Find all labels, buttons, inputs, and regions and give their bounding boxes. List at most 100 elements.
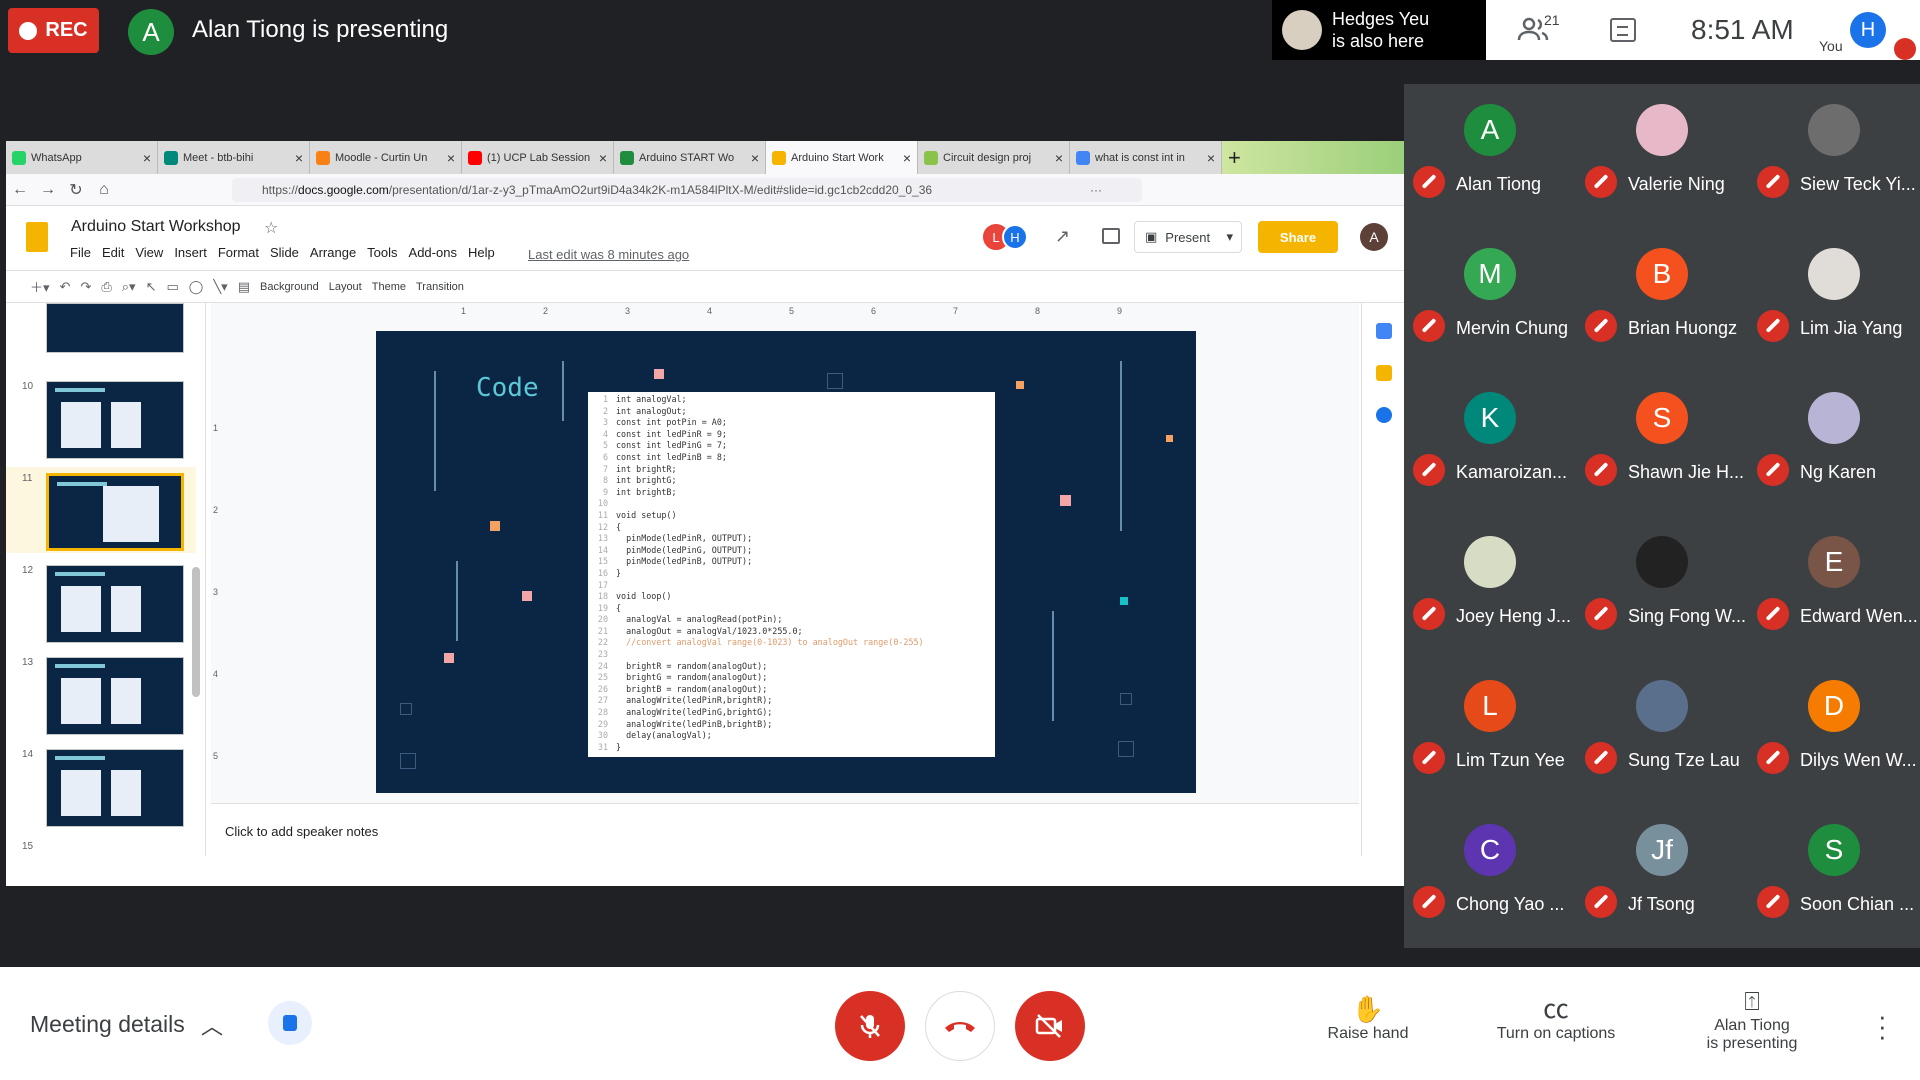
browser-tab[interactable]: WhatsApp × — [6, 141, 158, 174]
background-button[interactable]: Background — [260, 281, 319, 293]
shape-icon[interactable]: ◯ — [189, 279, 204, 295]
participant-tile[interactable]: M Mervin Chung — [1404, 228, 1576, 372]
menu-item[interactable]: Add-ons — [409, 245, 457, 260]
line-icon[interactable]: ╲▾ — [213, 279, 227, 295]
new-tab-icon[interactable]: + — [1228, 145, 1241, 171]
redo-icon[interactable]: ↷ — [80, 279, 91, 295]
mic-toggle-button[interactable] — [835, 991, 905, 1061]
more-options-icon[interactable]: · · · — [1878, 1003, 1887, 1049]
print-icon[interactable]: ⎙ — [101, 279, 111, 295]
menu-item[interactable]: Help — [468, 245, 495, 260]
camera-toggle-button[interactable] — [1015, 991, 1085, 1061]
undo-icon[interactable]: ↶ — [60, 279, 71, 295]
participant-tile[interactable]: Sung Tze Lau — [1576, 660, 1748, 804]
address-field[interactable]: https://docs.google.com/presentation/d/1… — [232, 178, 1142, 202]
code-block[interactable]: 1 int analogVal; 2 int analogOut; 3 const int… — [588, 392, 995, 757]
speaker-notes[interactable]: Click to add speaker notes — [211, 803, 1359, 856]
slide-title[interactable]: Code — [476, 373, 539, 403]
reload-icon[interactable]: ↻ — [62, 180, 90, 200]
participant-tile[interactable]: A Alan Tiong — [1404, 84, 1576, 228]
menu-item[interactable]: File — [70, 245, 91, 260]
account-avatar[interactable]: A — [1360, 223, 1388, 251]
presenting-button[interactable]: ⍐ Alan Tiong is presenting — [1694, 985, 1810, 1053]
close-tab-icon[interactable]: × — [599, 150, 607, 166]
home-icon[interactable]: ⌂ — [90, 181, 118, 199]
last-edit-link[interactable]: Last edit was 8 minutes ago — [528, 247, 689, 262]
captions-button[interactable]: ㏄ Turn on captions — [1486, 993, 1626, 1043]
browser-tab[interactable]: Arduino START Wo × — [614, 141, 766, 174]
chevron-up-icon[interactable]: ︿ — [201, 1009, 223, 1041]
back-icon[interactable]: ← — [6, 181, 34, 199]
browser-tab[interactable]: Arduino Start Work × — [766, 141, 918, 174]
browser-tab[interactable]: (1) UCP Lab Session × — [462, 141, 614, 174]
menu-item[interactable]: Slide — [270, 245, 299, 260]
comment-add-icon[interactable]: ▤ — [238, 279, 250, 295]
menu-item[interactable]: Edit — [102, 245, 124, 260]
participant-tile[interactable]: B Brian Huongz — [1576, 228, 1748, 372]
participant-tile[interactable]: K Kamaroizan... — [1404, 372, 1576, 516]
star-icon[interactable]: ☆ — [264, 218, 278, 238]
close-tab-icon[interactable]: × — [295, 150, 303, 166]
slides-logo-icon[interactable] — [26, 222, 48, 252]
browser-tab[interactable]: Meet - btb-bihi × — [158, 141, 310, 174]
leave-call-button[interactable] — [925, 991, 995, 1061]
collaborator-avatar[interactable]: H — [1002, 224, 1028, 250]
participant-tile[interactable]: S Soon Chian ... — [1748, 804, 1920, 948]
also-here-notice[interactable]: Hedges Yeu is also here — [1272, 0, 1486, 60]
present-button[interactable]: ▣ Present ▾ — [1134, 221, 1242, 253]
filmstrip-scrollbar[interactable] — [192, 317, 200, 837]
close-tab-icon[interactable]: × — [1207, 150, 1215, 166]
raise-hand-button[interactable]: ✋ Raise hand — [1320, 993, 1416, 1043]
close-tab-icon[interactable]: × — [447, 150, 455, 166]
current-slide[interactable]: Code 1 int analogVal; 2 int analogOut; 3 cons… — [376, 331, 1196, 793]
slide-thumbnail[interactable] — [46, 565, 184, 643]
slide-thumbnail[interactable] — [46, 749, 184, 827]
chat-icon[interactable] — [1610, 18, 1636, 42]
menu-item[interactable]: Insert — [174, 245, 207, 260]
theme-button[interactable]: Theme — [372, 281, 406, 293]
participant-tile[interactable]: E Edward Wen... — [1748, 516, 1920, 660]
participant-tile[interactable]: Valerie Ning — [1576, 84, 1748, 228]
menu-item[interactable]: View — [135, 245, 163, 260]
slide-thumbnail[interactable] — [46, 657, 184, 735]
select-icon[interactable]: ↖ — [146, 279, 157, 295]
browser-tab[interactable]: what is const int in × — [1070, 141, 1222, 174]
slide-thumbnail[interactable] — [46, 381, 184, 459]
menu-item[interactable]: Tools — [367, 245, 397, 260]
page-actions-icon[interactable]: ··· — [1090, 183, 1102, 197]
close-tab-icon[interactable]: × — [751, 150, 759, 166]
close-tab-icon[interactable]: × — [1055, 150, 1063, 166]
host-controls-icon[interactable] — [268, 1001, 312, 1045]
calendar-icon[interactable] — [1376, 323, 1392, 339]
slide-thumbnail[interactable] — [46, 473, 184, 551]
layout-button[interactable]: Layout — [329, 281, 362, 293]
self-avatar[interactable]: H — [1850, 12, 1886, 48]
menu-item[interactable]: Format — [218, 245, 259, 260]
browser-tab[interactable]: Circuit design proj × — [918, 141, 1070, 174]
textbox-icon[interactable]: ▭ — [166, 279, 178, 295]
zoom-icon[interactable]: ⌕▾ — [122, 279, 136, 295]
meeting-details-button[interactable]: Meeting details — [30, 1011, 185, 1038]
participant-tile[interactable]: Ng Karen — [1748, 372, 1920, 516]
participant-tile[interactable]: Lim Jia Yang — [1748, 228, 1920, 372]
close-tab-icon[interactable]: × — [143, 150, 151, 166]
transition-button[interactable]: Transition — [416, 281, 464, 293]
participant-tile[interactable]: S Shawn Jie H... — [1576, 372, 1748, 516]
chevron-down-icon[interactable]: ▾ — [1226, 229, 1233, 245]
participant-tile[interactable]: C Chong Yao ... — [1404, 804, 1576, 948]
browser-tab[interactable]: Moodle - Curtin Un × — [310, 141, 462, 174]
new-slide-icon[interactable]: ＋▾ — [30, 277, 50, 296]
participant-tile[interactable]: Joey Heng J... — [1404, 516, 1576, 660]
participant-tile[interactable]: Jf Jf Tsong — [1576, 804, 1748, 948]
share-button[interactable]: Share — [1258, 221, 1338, 253]
participant-tile[interactable]: L Lim Tzun Yee — [1404, 660, 1576, 804]
forward-icon[interactable]: → — [34, 181, 62, 199]
comments-icon[interactable] — [1102, 228, 1120, 244]
participant-tile[interactable]: D Dilys Wen W... — [1748, 660, 1920, 804]
participant-tile[interactable]: Sing Fong W... — [1576, 516, 1748, 660]
keep-icon[interactable] — [1376, 365, 1392, 381]
tasks-icon[interactable] — [1376, 407, 1392, 423]
doc-title[interactable]: Arduino Start Workshop — [71, 218, 241, 236]
menu-item[interactable]: Arrange — [310, 245, 356, 260]
activity-icon[interactable]: ↗ — [1055, 226, 1070, 247]
